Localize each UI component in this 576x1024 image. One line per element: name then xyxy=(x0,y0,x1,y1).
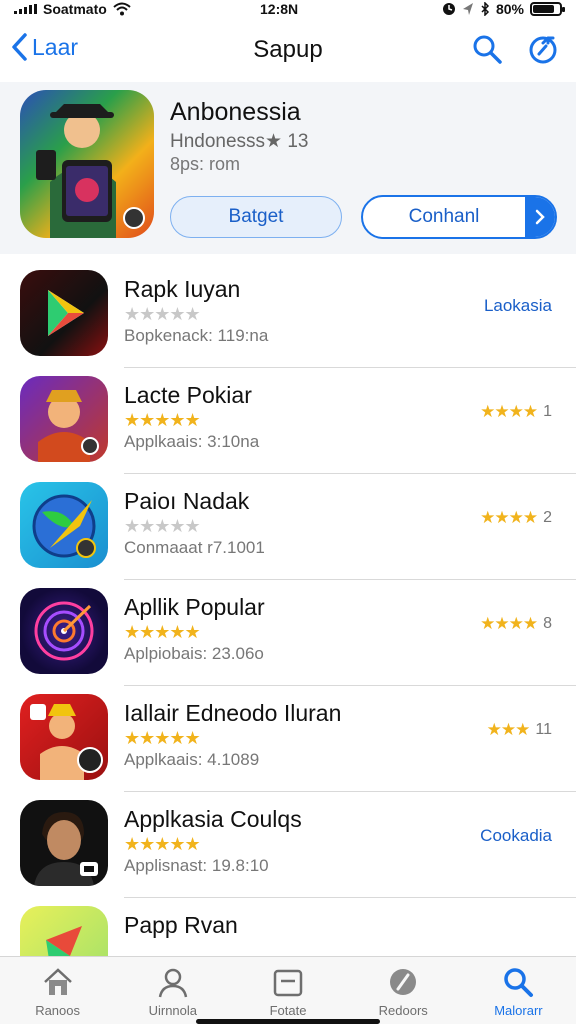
navigation-bar: Laar Sapup xyxy=(0,22,576,78)
action-button-label: Conhanl xyxy=(408,206,480,227)
rating-stars-small: ★★★★ xyxy=(480,508,538,527)
battery-percent: 80% xyxy=(495,1,524,17)
app-icon-character xyxy=(20,376,108,462)
app-icon-portrait xyxy=(20,800,108,886)
person-icon xyxy=(158,968,188,998)
list-item[interactable]: Rapk Iuyan ★★★★★ Bopkenack: 119:na Laoka… xyxy=(0,262,576,368)
status-bar: Soatmato 12:8N 80% xyxy=(0,0,576,18)
get-button[interactable]: Batget xyxy=(170,196,342,238)
app-name: Applkasia Coulqs xyxy=(124,806,302,832)
tab-explore[interactable]: Redoors xyxy=(346,957,461,1024)
carrier-label: Soatmato xyxy=(43,1,107,17)
signal-icon xyxy=(14,4,37,14)
featured-app-icon xyxy=(20,90,154,238)
compass-icon xyxy=(390,969,417,995)
rating-count: 1 xyxy=(543,403,552,420)
featured-app-card[interactable]: Anbonessia Hndonesss★ 13 8ps: rom Batget… xyxy=(0,82,576,254)
rating-stars: ★★★★★ xyxy=(124,516,201,536)
app-meta: Applkaais: 3:10na xyxy=(124,432,260,451)
row-rating: ★★★★ 8 xyxy=(480,614,552,634)
row-action-label: Laokasia xyxy=(483,296,552,315)
app-meta: Aplpiobais: 23.06o xyxy=(124,644,264,663)
app-name: Rapk Iuyan xyxy=(124,276,241,302)
alarm-icon xyxy=(442,3,455,15)
home-indicator[interactable] xyxy=(196,1019,380,1024)
row-action-link[interactable]: Cookadia xyxy=(480,826,552,846)
clock: 12:8N xyxy=(260,1,299,17)
tab-search[interactable]: Malorarr xyxy=(461,957,576,1024)
wifi-icon xyxy=(113,2,131,16)
rating-stars: ★★★★★ xyxy=(124,410,201,430)
rating-stars: ★★★★★ xyxy=(124,304,201,324)
refresh-icon[interactable] xyxy=(526,32,560,66)
action-button[interactable]: Conhanl xyxy=(361,195,557,239)
row-action-label: Cookadia xyxy=(480,826,552,845)
home-icon xyxy=(43,968,72,995)
row-rating: ★★★ 11 xyxy=(487,720,552,740)
tab-label: Uirnnola xyxy=(148,1003,198,1018)
app-icon-radar xyxy=(20,588,108,674)
tab-updates[interactable]: Fotate xyxy=(230,957,345,1024)
list-item[interactable]: Paioı Nadak ★★★★★ Conmaaat r7.1001 ★★★★ 2 xyxy=(0,474,576,580)
tab-label: Ranoos xyxy=(35,1003,80,1018)
rating-stars-small: ★★★ xyxy=(486,720,531,739)
rating-count: 2 xyxy=(543,509,552,526)
app-icon-play xyxy=(20,270,108,356)
app-name: Iallair Edneodo Iluran xyxy=(124,700,342,726)
chevron-right-icon[interactable] xyxy=(525,197,555,237)
row-rating: ★★★★ 2 xyxy=(480,508,552,528)
rating-stars: ★★★★★ xyxy=(124,728,201,748)
list-item[interactable]: Iallair Edneodo Iluran ★★★★★ Applkaais: … xyxy=(0,686,576,792)
tab-profile[interactable]: Uirnnola xyxy=(115,957,230,1024)
rating-stars: ★★★★★ xyxy=(124,834,201,854)
app-name: Apllik Popular xyxy=(124,594,265,620)
list-item[interactable]: Apllik Popular ★★★★★ Aplpiobais: 23.06o … xyxy=(0,580,576,686)
bluetooth-icon xyxy=(481,2,490,16)
app-meta: Applkaais: 4.1089 xyxy=(124,750,260,769)
tab-label: Redoors xyxy=(378,1003,428,1018)
row-rating: ★★★★ 1 xyxy=(480,402,552,422)
app-meta: Bopkenack: 119:na xyxy=(124,326,269,345)
row-action-link[interactable]: Laokasia xyxy=(484,296,552,316)
location-icon xyxy=(462,3,473,15)
page-title: Sapup xyxy=(253,36,323,63)
app-name: Papp Rvan xyxy=(124,912,238,938)
rating-stars-small: ★★★★ xyxy=(480,402,538,421)
search-icon xyxy=(504,968,534,997)
tray-icon xyxy=(273,969,303,997)
tab-label: Fotate xyxy=(269,1003,307,1018)
featured-app-name: Anbonessia xyxy=(170,98,301,126)
app-icon-leaf xyxy=(20,482,108,568)
battery-icon xyxy=(530,2,565,16)
nav-actions xyxy=(470,32,560,66)
back-button[interactable]: Laar xyxy=(10,32,78,62)
tab-label: Malorarr xyxy=(494,1003,543,1018)
rating-count: 11 xyxy=(535,721,552,738)
tab-home[interactable]: Ranoos xyxy=(0,957,115,1024)
rating-stars: ★★★★★ xyxy=(124,622,201,642)
app-name: Paioı Nadak xyxy=(124,488,250,514)
list-item[interactable]: Lacte Pokiar ★★★★★ Applkaais: 3:10na ★★★… xyxy=(0,368,576,474)
back-label: Laar xyxy=(32,33,79,60)
app-name: Lacte Pokiar xyxy=(124,382,252,408)
chevron-left-icon xyxy=(12,33,27,61)
featured-app-subtitle: Hndonesss★ 13 xyxy=(170,131,309,152)
app-icon-fighter xyxy=(20,694,108,780)
featured-app-size: 8ps: rom xyxy=(170,154,241,174)
app-list: Rapk Iuyan ★★★★★ Bopkenack: 119:na Laoka… xyxy=(0,262,576,1004)
list-item[interactable]: Applkasia Coulqs ★★★★★ Applisnast: 19.8:… xyxy=(0,792,576,898)
status-right: 80% xyxy=(442,1,565,17)
status-left: Soatmato xyxy=(14,1,131,17)
rating-stars-small: ★★★★ xyxy=(480,614,538,633)
app-meta: Conmaaat r7.1001 xyxy=(124,538,265,557)
tab-bar: Ranoos Uirnnola Fotate Redoors Malorarr xyxy=(0,956,576,1024)
app-meta: Applisnast: 19.8:10 xyxy=(124,856,269,875)
search-icon[interactable] xyxy=(470,32,504,66)
rating-count: 8 xyxy=(543,615,552,632)
